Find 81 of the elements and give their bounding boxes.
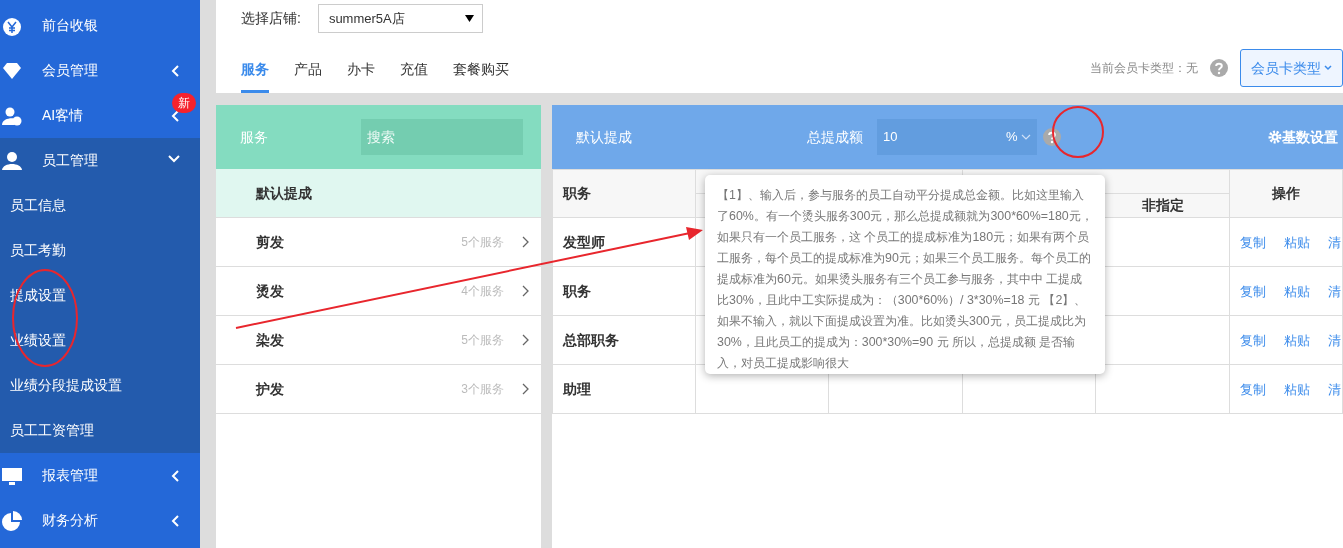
tooltip: 【1】、输入后，参与服务的员工自动平分提成总金额。比如这里输入了60%。有一个烫头服务300元，那么总提成额就为300*60%=180元，如果只有一个员工服务，这 个员工的提成标准为180元；如果有两个员工服务，每个员工的提成标准为90元；如果三个员工服务。每个员工的提成标准为60元。如果烫头服务有三个员工参与服务，其中中 工提成比30%，且此中工实际提成为：（300*60%）/ 3*30%=18 元 【2】、如果不输入，就以下面提成设置为准。比如烫头300元，员工提成比为30%，且此员工的提成为：300*30%=90 元 所以，总提成额 是否输入，对员工提成影响很大	[705, 175, 1105, 374]
store-select[interactable]: summer5A店	[317, 4, 483, 33]
action-link[interactable]: 粘贴	[1284, 332, 1310, 348]
card-type-label: 当前会员卡类型：无	[1089, 60, 1198, 77]
store-label: 选择店铺:	[241, 9, 301, 28]
column-header: 操作	[1229, 169, 1343, 218]
tab[interactable]: 服务	[241, 59, 269, 93]
list-item[interactable]: 剪发 5个服务	[216, 218, 541, 267]
caret-icon	[1324, 65, 1332, 71]
category-name: 剪发	[256, 232, 284, 252]
chevron-right-icon	[522, 383, 529, 395]
list-item[interactable]: 染发 5个服务	[216, 316, 541, 365]
service-count: 4个服务	[461, 283, 504, 300]
diamond-icon	[2, 60, 22, 81]
search-field[interactable]: 搜索	[361, 119, 523, 155]
menu-label: AI客情	[42, 106, 85, 125]
help-icon[interactable]	[1209, 59, 1228, 77]
tab[interactable]: 办卡	[347, 59, 375, 93]
action-link[interactable]: 清	[1328, 283, 1341, 299]
sidebar-item[interactable]: 员工管理	[0, 138, 200, 183]
pie-chart-icon	[2, 510, 22, 531]
chevron-right-icon	[522, 334, 529, 346]
total-label: 总提成额	[807, 127, 863, 147]
list-item[interactable]: 护发 3个服务	[216, 365, 541, 414]
action-link[interactable]: 粘贴	[1284, 381, 1310, 397]
action-link[interactable]: 复制	[1240, 381, 1266, 397]
person-heart-icon	[2, 105, 22, 126]
action-link[interactable]: 清	[1328, 332, 1341, 348]
sidebar-item[interactable]: 财务分析	[0, 498, 200, 543]
table-cell: 总部职务	[552, 315, 696, 365]
submenu-item[interactable]: 员工信息	[0, 183, 200, 228]
caret-icon	[1021, 134, 1031, 140]
sidebar-item[interactable]: 会员管理	[0, 48, 200, 93]
action-link[interactable]: 清	[1328, 234, 1341, 250]
menu-label: 财务分析	[42, 511, 99, 530]
chevron-right-icon	[522, 236, 529, 248]
list-item[interactable]: 烫发 4个服务	[216, 267, 541, 316]
list-item[interactable]: 默认提成	[216, 169, 541, 218]
gear-icon	[1268, 130, 1282, 144]
action-link[interactable]: 复制	[1240, 234, 1266, 250]
tab[interactable]: 充值	[400, 59, 428, 93]
service-count: 3个服务	[461, 381, 504, 398]
person-icon	[2, 150, 22, 171]
sidebar-item[interactable]: AI客情 新	[0, 93, 200, 138]
service-count: 5个服务	[461, 332, 504, 349]
category-name: 护发	[256, 379, 284, 399]
menu-label: 员工管理	[42, 151, 99, 170]
new-badge: 新	[172, 93, 196, 113]
column-header: 职务	[552, 169, 696, 218]
submenu-item[interactable]: 业绩分段提成设置	[0, 363, 200, 408]
dropdown-caret-icon	[464, 15, 474, 22]
action-link[interactable]: 粘贴	[1284, 234, 1310, 250]
panel-title: 默认提成	[576, 127, 632, 147]
help-icon[interactable]	[1043, 128, 1061, 146]
monitor-icon	[2, 465, 22, 486]
service-count: 5个服务	[461, 234, 504, 251]
table-cell: 职务	[552, 266, 696, 316]
unit-label: %	[1005, 128, 1018, 147]
category-name: 烫发	[256, 281, 284, 301]
sidebar-item[interactable]: 前台收银	[0, 3, 200, 48]
store-value: summer5A店	[328, 9, 405, 28]
submenu-item[interactable]: 员工考勤	[0, 228, 200, 273]
action-link[interactable]: 清	[1328, 381, 1341, 397]
table-cell: 助理	[552, 364, 696, 414]
submenu-item[interactable]: 员工工资管理	[0, 408, 200, 453]
menu-label: 报表管理	[42, 466, 99, 485]
menu-label: 会员管理	[42, 61, 99, 80]
action-link[interactable]: 粘贴	[1284, 283, 1310, 299]
action-link[interactable]: 复制	[1240, 283, 1266, 299]
card-type-button[interactable]: 会员卡类型	[1239, 49, 1343, 87]
tab[interactable]: 产品	[294, 59, 322, 93]
menu-label: 前台收银	[42, 16, 99, 35]
field-value: 10	[883, 128, 898, 147]
total-field[interactable]: 10 %	[877, 119, 1037, 155]
tab[interactable]: 套餐购买	[453, 59, 509, 93]
annotation-circle	[1052, 106, 1104, 158]
sidebar-item[interactable]: 报表管理	[0, 453, 200, 498]
chevron-right-icon	[522, 285, 529, 297]
category-name: 染发	[256, 330, 284, 350]
action-link[interactable]: 复制	[1240, 332, 1266, 348]
panel-title: 服务	[240, 127, 268, 147]
